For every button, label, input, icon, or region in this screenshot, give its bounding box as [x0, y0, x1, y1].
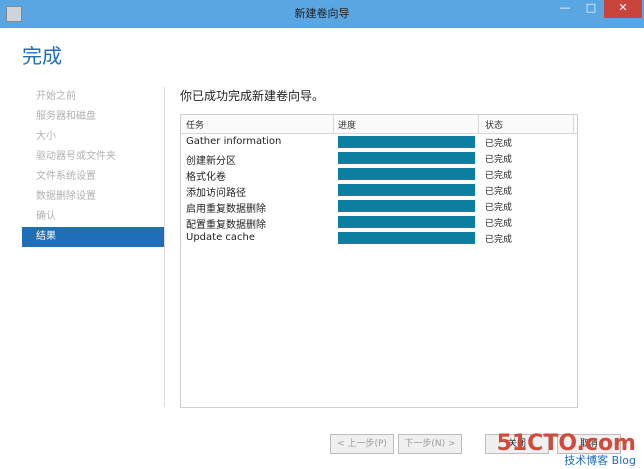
progress-bar	[338, 168, 475, 180]
task-cell: Update cache	[186, 232, 256, 243]
column-header-progress[interactable]: 进度	[338, 118, 356, 131]
task-cell: 启用重复数据删除	[186, 204, 266, 215]
result-heading: 你已成功完成新建卷向导。	[180, 89, 325, 103]
table-row[interactable]: 添加访问路径 已完成	[181, 182, 577, 199]
nav-item-size[interactable]: 大小	[22, 127, 164, 147]
status-cell: 已完成	[485, 203, 513, 213]
minimize-button[interactable]: —	[552, 0, 578, 18]
progress-bar	[338, 136, 475, 148]
status-cell: 已完成	[485, 171, 513, 181]
nav-item-confirm[interactable]: 确认	[22, 207, 164, 227]
column-divider[interactable]	[478, 115, 479, 133]
status-cell: 已完成	[485, 219, 513, 229]
nav-divider	[164, 87, 165, 407]
status-cell: 已完成	[485, 155, 513, 165]
nav-item-before-you-begin[interactable]: 开始之前	[22, 87, 164, 107]
progress-bar	[338, 200, 475, 212]
table-row[interactable]: Gather information 已完成	[181, 134, 577, 150]
progress-bar	[338, 232, 475, 244]
task-cell: 配置重复数据删除	[186, 220, 266, 231]
nav-item-results[interactable]: 结果	[22, 227, 164, 247]
progress-bar	[338, 216, 475, 228]
maximize-button[interactable]: □	[578, 0, 604, 18]
watermark-subtitle: 技术博客 Blog	[564, 454, 636, 467]
progress-bar	[338, 152, 475, 164]
table-header: 任务 进度 状态	[181, 115, 577, 134]
nav-item-drive-letter[interactable]: 驱动器号或文件夹	[22, 147, 164, 167]
wizard-nav: 开始之前 服务器和磁盘 大小 驱动器号或文件夹 文件系统设置 数据删除设置 确认…	[22, 87, 164, 247]
close-button[interactable]: ✕	[604, 0, 642, 18]
column-header-task[interactable]: 任务	[186, 118, 204, 131]
status-cell: 已完成	[485, 139, 513, 149]
status-cell: 已完成	[485, 187, 513, 197]
nav-item-server-and-disk[interactable]: 服务器和磁盘	[22, 107, 164, 127]
progress-bar	[338, 184, 475, 196]
task-cell: Gather information	[186, 136, 282, 147]
nav-item-dedup-settings[interactable]: 数据删除设置	[22, 187, 164, 207]
watermark: 51CTO.com 技术博客 Blog	[497, 433, 636, 467]
previous-button[interactable]: < 上一步(P)	[330, 434, 394, 454]
table-row[interactable]: 创建新分区 已完成	[181, 150, 577, 167]
title-bar: 新建卷向导 — □ ✕	[0, 0, 644, 28]
column-header-status[interactable]: 状态	[485, 118, 503, 131]
next-button[interactable]: 下一步(N) >	[398, 434, 462, 454]
table-row[interactable]: 启用重复数据删除 已完成	[181, 198, 577, 215]
task-cell: 添加访问路径	[186, 188, 246, 199]
table-row[interactable]: 配置重复数据删除 已完成	[181, 214, 577, 231]
window-title: 新建卷向导	[294, 7, 350, 20]
table-row[interactable]: Update cache 已完成	[181, 230, 577, 246]
results-table: 任务 进度 状态 Gather information 已完成 创建新分区 已完…	[180, 114, 578, 408]
nav-item-file-system[interactable]: 文件系统设置	[22, 167, 164, 187]
page-title: 完成	[22, 44, 62, 68]
task-cell: 创建新分区	[186, 156, 236, 167]
status-cell: 已完成	[485, 235, 513, 245]
watermark-logo: 51CTO.com	[496, 431, 636, 456]
task-cell: 格式化卷	[186, 172, 226, 183]
column-divider[interactable]	[333, 115, 334, 133]
column-divider[interactable]	[573, 115, 574, 133]
table-row[interactable]: 格式化卷 已完成	[181, 166, 577, 183]
